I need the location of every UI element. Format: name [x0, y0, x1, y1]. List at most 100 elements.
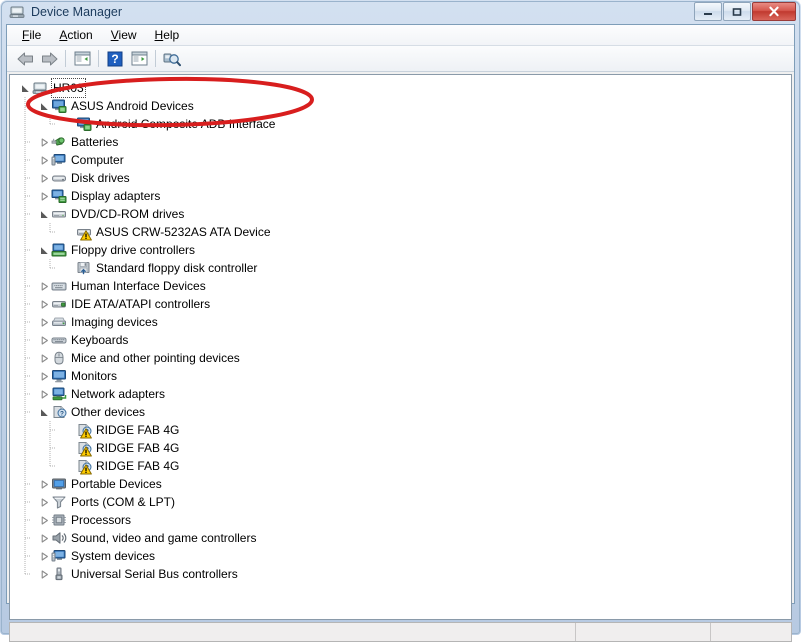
tree-node[interactable]: Ports (COM & LPT) [10, 493, 791, 511]
back-button[interactable] [13, 48, 37, 70]
tree-node[interactable]: ASUS CRW-5232AS ATA Device [10, 223, 791, 241]
tree-node-label: Standard floppy disk controller [96, 261, 258, 275]
tree-node[interactable]: ? RIDGE FAB 4G [10, 439, 791, 457]
tree-root-node[interactable]: HR03 [10, 78, 791, 98]
unknown-device-icon: ? [76, 458, 92, 475]
tree-node-label: Imaging devices [71, 315, 158, 329]
menu-action[interactable]: Action [50, 26, 101, 44]
expand-triangle-icon[interactable] [37, 475, 51, 493]
menu-help[interactable]: Help [146, 26, 189, 44]
client-area: File Action View Help ? HR03 ASUS Androi… [6, 24, 795, 642]
menu-file[interactable]: File [13, 26, 50, 44]
tree-node[interactable]: Portable Devices [10, 475, 791, 493]
android-device-icon [51, 98, 67, 114]
expand-triangle-icon[interactable] [37, 493, 51, 511]
tree-node[interactable]: DVD/CD-ROM drives [10, 205, 791, 223]
device-tree-panel[interactable]: HR03 ASUS Android Devices Android Compos… [9, 74, 792, 620]
svg-text:?: ? [111, 52, 118, 66]
tree-node-label: Android Composite ADB Interface [96, 117, 276, 131]
hid-icon [51, 278, 67, 294]
tree-node[interactable]: Imaging devices [10, 313, 791, 331]
tree-node[interactable]: Universal Serial Bus controllers [10, 565, 791, 583]
collapse-triangle-icon[interactable] [37, 205, 51, 223]
svg-text:?: ? [60, 410, 64, 417]
forward-button[interactable] [37, 48, 61, 70]
tree-node-label: Portable Devices [71, 477, 162, 491]
tree-node[interactable]: System devices [10, 547, 791, 565]
expand-triangle-icon[interactable] [37, 367, 51, 385]
tree-node[interactable]: IDE ATA/ATAPI controllers [10, 295, 791, 313]
minimize-button[interactable] [694, 2, 722, 21]
tree-node-label: Batteries [71, 135, 119, 149]
expand-triangle-icon[interactable] [37, 151, 51, 169]
computer-node-icon [32, 80, 48, 96]
expand-triangle-icon[interactable] [37, 187, 51, 205]
tree-node[interactable]: Processors [10, 511, 791, 529]
tree-node-label: HR03 [51, 78, 86, 98]
status-pane-secondary [576, 623, 711, 641]
expand-triangle-icon[interactable] [37, 385, 51, 403]
window-title: Device Manager [31, 5, 123, 19]
tree-node[interactable]: Disk drives [10, 169, 791, 187]
tree-node[interactable]: Monitors [10, 367, 791, 385]
tree-node-label: Monitors [71, 369, 118, 383]
battery-icon [51, 134, 67, 150]
properties-button[interactable] [127, 48, 151, 70]
tree-node[interactable]: Network adapters [10, 385, 791, 403]
scan-hardware-button[interactable] [160, 48, 184, 70]
tree-node-label: Computer [71, 153, 124, 167]
toolbar-separator [65, 50, 66, 67]
window-controls [694, 2, 796, 21]
expand-triangle-icon[interactable] [37, 331, 51, 349]
maximize-button[interactable] [723, 2, 751, 21]
tree-node[interactable]: Display adapters [10, 187, 791, 205]
expand-triangle-icon[interactable] [37, 529, 51, 547]
expand-triangle-icon[interactable] [37, 511, 51, 529]
expand-triangle-icon[interactable] [37, 295, 51, 313]
expand-triangle-icon[interactable] [37, 277, 51, 295]
expand-triangle-icon[interactable] [37, 313, 51, 331]
tree-node[interactable]: Computer [10, 151, 791, 169]
tree-node-label: Network adapters [71, 387, 166, 401]
tree-node[interactable]: Floppy drive controllers [10, 241, 791, 259]
keyboard-icon [51, 332, 67, 348]
tree-node[interactable]: ? Other devices [10, 403, 791, 421]
tree-node-label: Processors [71, 513, 132, 527]
tree-node[interactable]: Keyboards [10, 331, 791, 349]
device-tree[interactable]: HR03 ASUS Android Devices Android Compos… [10, 75, 791, 583]
expand-triangle-icon[interactable] [37, 133, 51, 151]
tree-node[interactable]: ? RIDGE FAB 4G [10, 457, 791, 475]
network-adapter-icon [51, 386, 67, 402]
menu-view[interactable]: View [102, 26, 146, 44]
help-button[interactable]: ? [103, 48, 127, 70]
tree-node[interactable]: Sound, video and game controllers [10, 529, 791, 547]
title-bar[interactable]: Device Manager [0, 0, 801, 24]
tree-node-label: RIDGE FAB 4G [96, 459, 180, 473]
collapse-triangle-icon[interactable] [37, 97, 51, 115]
tree-node[interactable]: Android Composite ADB Interface [10, 115, 791, 133]
tree-node[interactable]: Mice and other pointing devices [10, 349, 791, 367]
expand-triangle-icon[interactable] [37, 565, 51, 583]
close-button[interactable] [752, 2, 796, 21]
tree-node[interactable]: Batteries [10, 133, 791, 151]
dvd-drive-icon [51, 206, 67, 222]
expand-triangle-icon[interactable] [37, 547, 51, 565]
tree-node[interactable]: ? RIDGE FAB 4G [10, 421, 791, 439]
unknown-device-icon: ? [76, 440, 92, 457]
expand-triangle-icon[interactable] [37, 349, 51, 367]
port-icon [51, 494, 67, 510]
expand-triangle-icon[interactable] [37, 169, 51, 187]
tree-node[interactable]: Standard floppy disk controller [10, 259, 791, 277]
show-hide-tree-button[interactable] [70, 48, 94, 70]
collapse-triangle-icon[interactable] [18, 79, 32, 97]
tree-node-label: Floppy drive controllers [71, 243, 196, 257]
monitor-icon [51, 368, 67, 384]
tree-node[interactable]: Human Interface Devices [10, 277, 791, 295]
imaging-device-icon [51, 314, 67, 330]
menu-bar: File Action View Help [7, 25, 794, 46]
tree-node[interactable]: ASUS Android Devices [10, 97, 791, 115]
collapse-triangle-icon[interactable] [37, 403, 51, 421]
collapse-triangle-icon[interactable] [37, 241, 51, 259]
